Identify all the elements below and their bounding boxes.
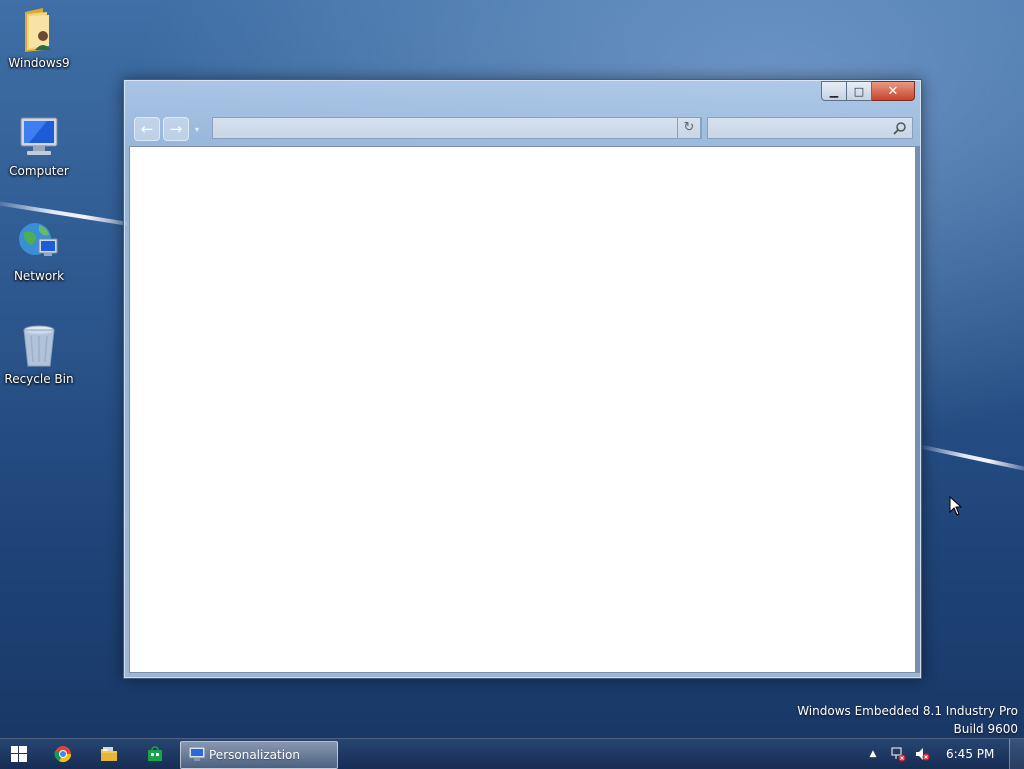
desktop-icon-windows9[interactable]: Windows9 bbox=[4, 6, 74, 70]
search-icon[interactable] bbox=[892, 120, 908, 136]
refresh-icon: ↻ bbox=[683, 120, 695, 135]
forward-button[interactable]: → bbox=[163, 117, 189, 141]
recycle-bin-icon bbox=[17, 322, 61, 370]
file-explorer-button[interactable] bbox=[94, 743, 124, 765]
personalization-icon bbox=[189, 747, 205, 761]
maximize-button[interactable]: □ bbox=[847, 81, 872, 101]
start-button[interactable] bbox=[4, 743, 34, 765]
scrollbar[interactable] bbox=[916, 146, 920, 673]
navigation-buttons: ← → ▾ bbox=[134, 117, 202, 141]
folder-user-icon bbox=[17, 6, 61, 54]
desktop-icon-label: Network bbox=[13, 269, 65, 283]
taskbar-app-label: Personalization bbox=[209, 748, 300, 762]
clock[interactable]: 6:45 PM bbox=[946, 747, 994, 761]
desktop-icon-label: Windows9 bbox=[8, 56, 70, 70]
desktop-icon-network[interactable]: Network bbox=[4, 219, 74, 283]
desktop-icon-recycle-bin[interactable]: Recycle Bin bbox=[4, 322, 74, 386]
taskbar: Personalization ▲ 6:45 PM bbox=[0, 738, 1024, 769]
minimize-icon: ▁ bbox=[829, 84, 839, 98]
os-edition-watermark: Windows Embedded 8.1 Industry Pro Build … bbox=[797, 704, 1018, 736]
address-bar[interactable]: ∨ bbox=[212, 117, 702, 139]
caption-buttons: ▁ □ ✕ bbox=[821, 81, 915, 101]
os-build-text: Build 9600 bbox=[953, 722, 1018, 736]
search-box[interactable] bbox=[707, 117, 913, 139]
close-button[interactable]: ✕ bbox=[872, 81, 915, 101]
minimize-button[interactable]: ▁ bbox=[821, 81, 847, 101]
mouse-cursor-icon bbox=[949, 496, 963, 516]
store-icon bbox=[148, 746, 162, 761]
chrome-button[interactable] bbox=[48, 743, 78, 765]
back-button[interactable]: ← bbox=[134, 117, 160, 141]
recent-pages-dropdown[interactable]: ▾ bbox=[192, 125, 202, 134]
os-edition-text: Windows Embedded 8.1 Industry Pro bbox=[797, 704, 1018, 718]
network-disconnected-icon[interactable] bbox=[890, 746, 906, 762]
taskbar-app-personalization[interactable]: Personalization bbox=[180, 741, 338, 769]
desktop-icon-computer[interactable]: Computer bbox=[4, 114, 74, 178]
refresh-button[interactable]: ↻ bbox=[677, 117, 701, 139]
desktop-icon-label: Recycle Bin bbox=[4, 372, 74, 386]
computer-icon bbox=[17, 114, 61, 162]
windows-logo-icon bbox=[11, 746, 27, 762]
wallpaper-streak-right bbox=[917, 444, 1024, 473]
volume-muted-icon[interactable] bbox=[914, 746, 930, 762]
back-arrow-icon: ← bbox=[140, 120, 154, 138]
file-explorer-icon bbox=[101, 747, 117, 761]
chrome-icon bbox=[54, 746, 72, 763]
forward-arrow-icon: → bbox=[169, 120, 183, 138]
maximize-icon: □ bbox=[853, 84, 865, 98]
store-button[interactable] bbox=[140, 743, 170, 765]
network-icon bbox=[17, 219, 61, 267]
close-icon: ✕ bbox=[887, 83, 899, 99]
content-area[interactable] bbox=[129, 146, 916, 673]
system-tray: ▲ bbox=[866, 739, 930, 769]
show-desktop-button[interactable] bbox=[1009, 739, 1024, 769]
show-hidden-icons-arrow[interactable]: ▲ bbox=[866, 749, 880, 759]
browser-window[interactable]: ▁ □ ✕ ← → ▾ ∨ ↻ bbox=[123, 79, 922, 679]
desktop-icon-label: Computer bbox=[9, 164, 69, 178]
